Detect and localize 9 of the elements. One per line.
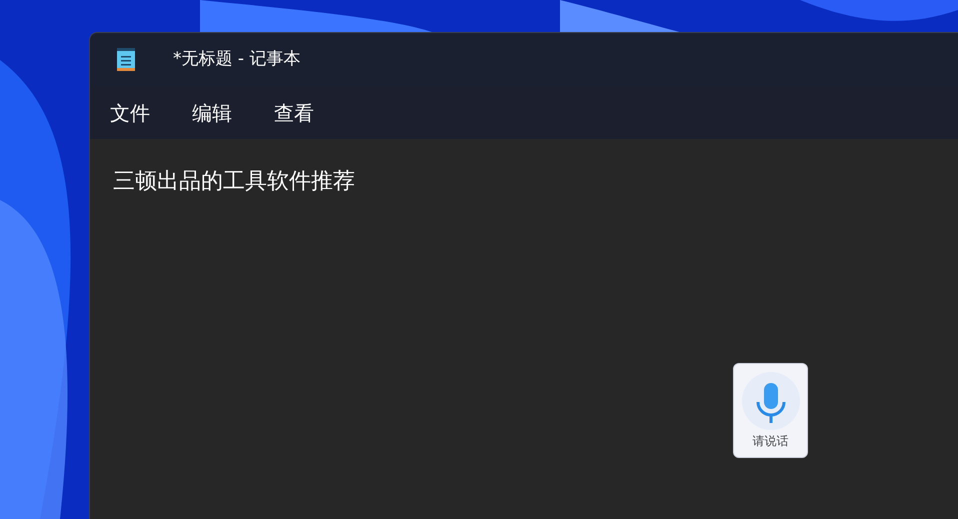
menu-item[interactable]: 查看	[264, 92, 324, 134]
notepad-icon	[116, 46, 136, 72]
menu-item[interactable]: 编辑	[182, 92, 242, 134]
menu-item[interactable]: 文件	[100, 92, 160, 134]
document-text: 三顿出品的工具软件推荐	[113, 169, 355, 194]
voice-input-widget[interactable]: 请说话	[733, 363, 808, 458]
window-title: *无标题 - 记事本	[173, 48, 300, 71]
voice-prompt-label: 请说话	[752, 433, 788, 450]
microphone-icon	[742, 372, 800, 430]
